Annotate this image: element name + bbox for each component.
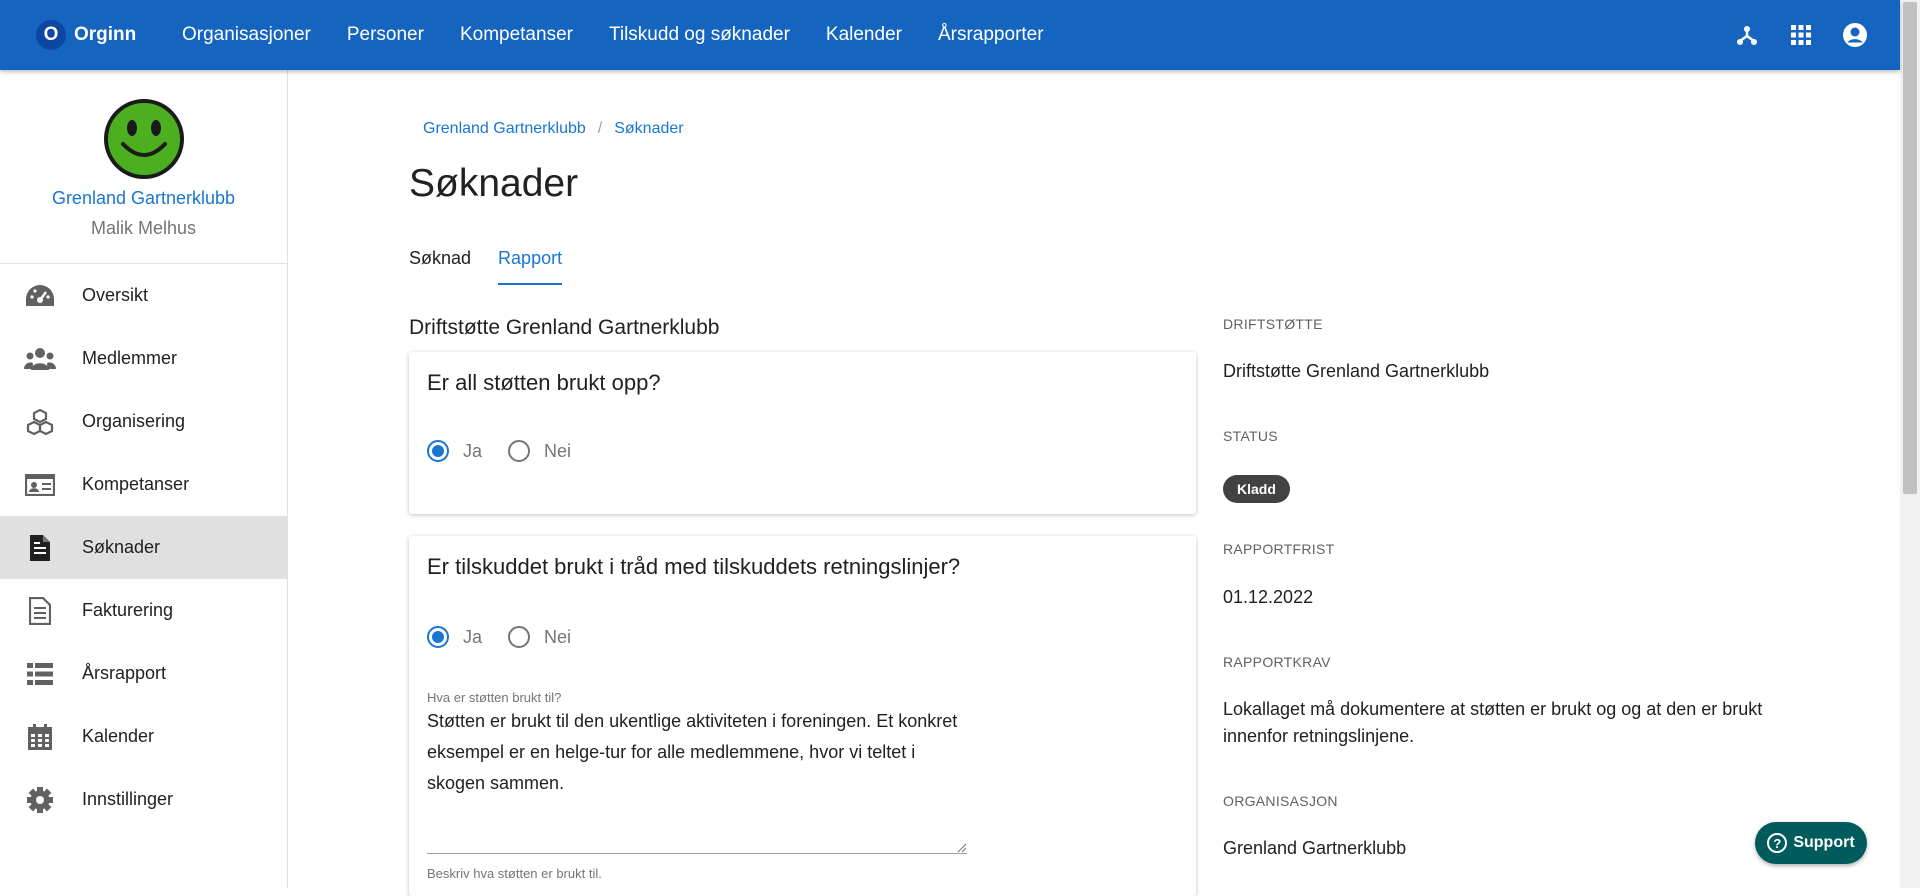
- people-icon: [24, 343, 56, 375]
- support-label: Support: [1793, 834, 1855, 851]
- sidebar-item-label: Årsrapport: [82, 663, 167, 683]
- radio-checked-icon[interactable]: [427, 440, 449, 462]
- textarea-hint: Beskriv hva støtten er brukt til.: [427, 866, 602, 881]
- document-icon: [24, 532, 56, 564]
- brand-name: Orginn: [74, 24, 137, 45]
- breadcrumb-soknader[interactable]: Søknader: [614, 120, 683, 137]
- breadcrumb-separator: /: [597, 120, 603, 137]
- radio-label: Nei: [544, 626, 572, 647]
- info-value-rapportfrist: 01.12.2022: [1223, 587, 1314, 607]
- help-icon: ?: [1767, 833, 1788, 853]
- radio-unchecked-icon[interactable]: [508, 440, 531, 462]
- radio-ja[interactable]: Ja: [427, 440, 482, 462]
- nav-personer[interactable]: Personer: [347, 24, 424, 46]
- sidebar-item-label: Kalender: [82, 726, 155, 746]
- sidebar-item-label: Oversikt: [82, 285, 149, 305]
- question-card-2: Er tilskuddet brukt i tråd med tilskudde…: [409, 536, 1196, 896]
- tab-rapport[interactable]: Rapport: [498, 248, 563, 285]
- cubes-icon: [24, 406, 56, 438]
- info-label-rapportfrist: RAPPORTFRIST: [1223, 541, 1335, 557]
- info-label-status: STATUS: [1223, 428, 1278, 444]
- radio-nei[interactable]: Nei: [508, 626, 571, 648]
- smiley-avatar-icon: [103, 99, 184, 179]
- resize-handle-icon[interactable]: [957, 843, 967, 853]
- sidebar-item-label: Innstillinger: [82, 789, 174, 809]
- status-badge: Kladd: [1223, 475, 1290, 503]
- main-nav: Organisasjoner Personer Kompetanser Tils…: [182, 24, 1044, 46]
- sidebar-item-arsrapport[interactable]: Årsrapport: [0, 642, 287, 705]
- radio-group: Ja Nei: [427, 626, 597, 648]
- nav-organisasjoner[interactable]: Organisasjoner: [182, 24, 311, 46]
- radio-ja[interactable]: Ja: [427, 626, 482, 648]
- textarea-label: Hva er støtten brukt til?: [427, 690, 562, 705]
- section-title: Driftstøtte Grenland Gartnerklubb: [409, 316, 720, 339]
- nav-tilskudd[interactable]: Tilskudd og søknader: [609, 24, 790, 46]
- sidebar-item-label: Kompetanser: [82, 474, 190, 494]
- apps-grid-icon[interactable]: [1786, 20, 1816, 50]
- info-value-driftstotte: Driftstøtte Grenland Gartnerklubb: [1223, 361, 1490, 381]
- sidebar-item-kalender[interactable]: Kalender: [0, 705, 287, 768]
- sidebar-user-name: Malik Melhus: [90, 218, 197, 238]
- invoice-icon: [24, 595, 56, 627]
- textarea-value: Støtten er brukt til den ukentlige aktiv…: [427, 711, 958, 793]
- sidebar-item-fakturering[interactable]: Fakturering: [0, 579, 287, 642]
- calendar-icon: [24, 721, 56, 753]
- info-value-organisasjon[interactable]: Grenland Gartnerklubb: [1223, 835, 1406, 862]
- page-scrollbar[interactable]: [1900, 0, 1920, 888]
- dashboard-icon: [24, 280, 56, 312]
- nav-kompetanser[interactable]: Kompetanser: [460, 24, 573, 46]
- radio-checked-icon[interactable]: [427, 626, 449, 648]
- brand-logo: O: [36, 20, 66, 50]
- radio-label: Nei: [544, 440, 572, 461]
- breadcrumb-org[interactable]: Grenland Gartnerklubb: [423, 120, 586, 137]
- sidebar-item-oversikt[interactable]: Oversikt: [0, 264, 287, 327]
- sidebar-item-label: Søknader: [82, 537, 161, 557]
- radio-label: Ja: [463, 626, 483, 647]
- question-text: Er all støtten brukt opp?: [427, 370, 661, 395]
- radio-unchecked-icon[interactable]: [508, 626, 531, 648]
- profile-block: Grenland Gartnerklubb Malik Melhus: [0, 70, 287, 264]
- sidebar-item-innstillinger[interactable]: Innstillinger: [0, 768, 287, 831]
- radio-nei[interactable]: Nei: [508, 440, 571, 462]
- question-text: Er tilskuddet brukt i tråd med tilskudde…: [427, 554, 961, 579]
- sidebar-org-name[interactable]: Grenland Gartnerklubb: [0, 188, 287, 209]
- sidebar-item-kompetanser[interactable]: Kompetanser: [0, 453, 287, 516]
- radio-group: Ja Nei: [427, 440, 597, 462]
- gear-icon: [24, 784, 56, 816]
- sidebar-item-organisering[interactable]: Organisering: [0, 390, 287, 453]
- question-card-1: Er all støtten brukt opp? Ja Nei: [409, 352, 1196, 514]
- sidebar-item-label: Fakturering: [82, 600, 174, 620]
- page-title: Søknader: [409, 162, 579, 205]
- nav-kalender[interactable]: Kalender: [826, 24, 902, 46]
- sidebar: Grenland Gartnerklubb Malik Melhus Overs…: [0, 70, 288, 888]
- sidebar-item-medlemmer[interactable]: Medlemmer: [0, 327, 287, 390]
- brand[interactable]: O Orginn: [36, 20, 182, 50]
- info-label-driftstotte: DRIFTSTØTTE: [1223, 316, 1323, 332]
- support-button[interactable]: ? Support: [1755, 822, 1867, 864]
- support-usage-textarea[interactable]: Støtten er brukt til den ukentlige aktiv…: [427, 706, 967, 854]
- sidebar-item-soknader[interactable]: Søknader: [0, 516, 287, 579]
- network-icon[interactable]: [1732, 20, 1762, 50]
- sidebar-item-label: Organisering: [82, 411, 186, 431]
- breadcrumb: Grenland Gartnerklubb / Søknader: [423, 120, 684, 138]
- top-app-bar: O Orginn Organisasjoner Personer Kompeta…: [0, 0, 1900, 70]
- tabs: Søknad Rapport: [409, 248, 589, 285]
- nav-arsrapporter[interactable]: Årsrapporter: [938, 24, 1044, 46]
- id-card-icon: [24, 469, 56, 501]
- scrollbar-thumb[interactable]: [1903, 2, 1917, 494]
- info-label-organisasjon: ORGANISASJON: [1223, 793, 1338, 809]
- info-label-rapportkrav: RAPPORTKRAV: [1223, 654, 1331, 670]
- top-icons: [1708, 0, 1900, 70]
- account-icon[interactable]: [1840, 20, 1870, 50]
- list-icon: [24, 658, 56, 690]
- info-value-rapportkrav: Lokallaget må dokumentere at støtten er …: [1223, 699, 1763, 746]
- sidebar-item-label: Medlemmer: [82, 348, 178, 368]
- tab-soknad[interactable]: Søknad: [409, 248, 471, 285]
- radio-label: Ja: [463, 440, 483, 461]
- avatar: [0, 70, 287, 179]
